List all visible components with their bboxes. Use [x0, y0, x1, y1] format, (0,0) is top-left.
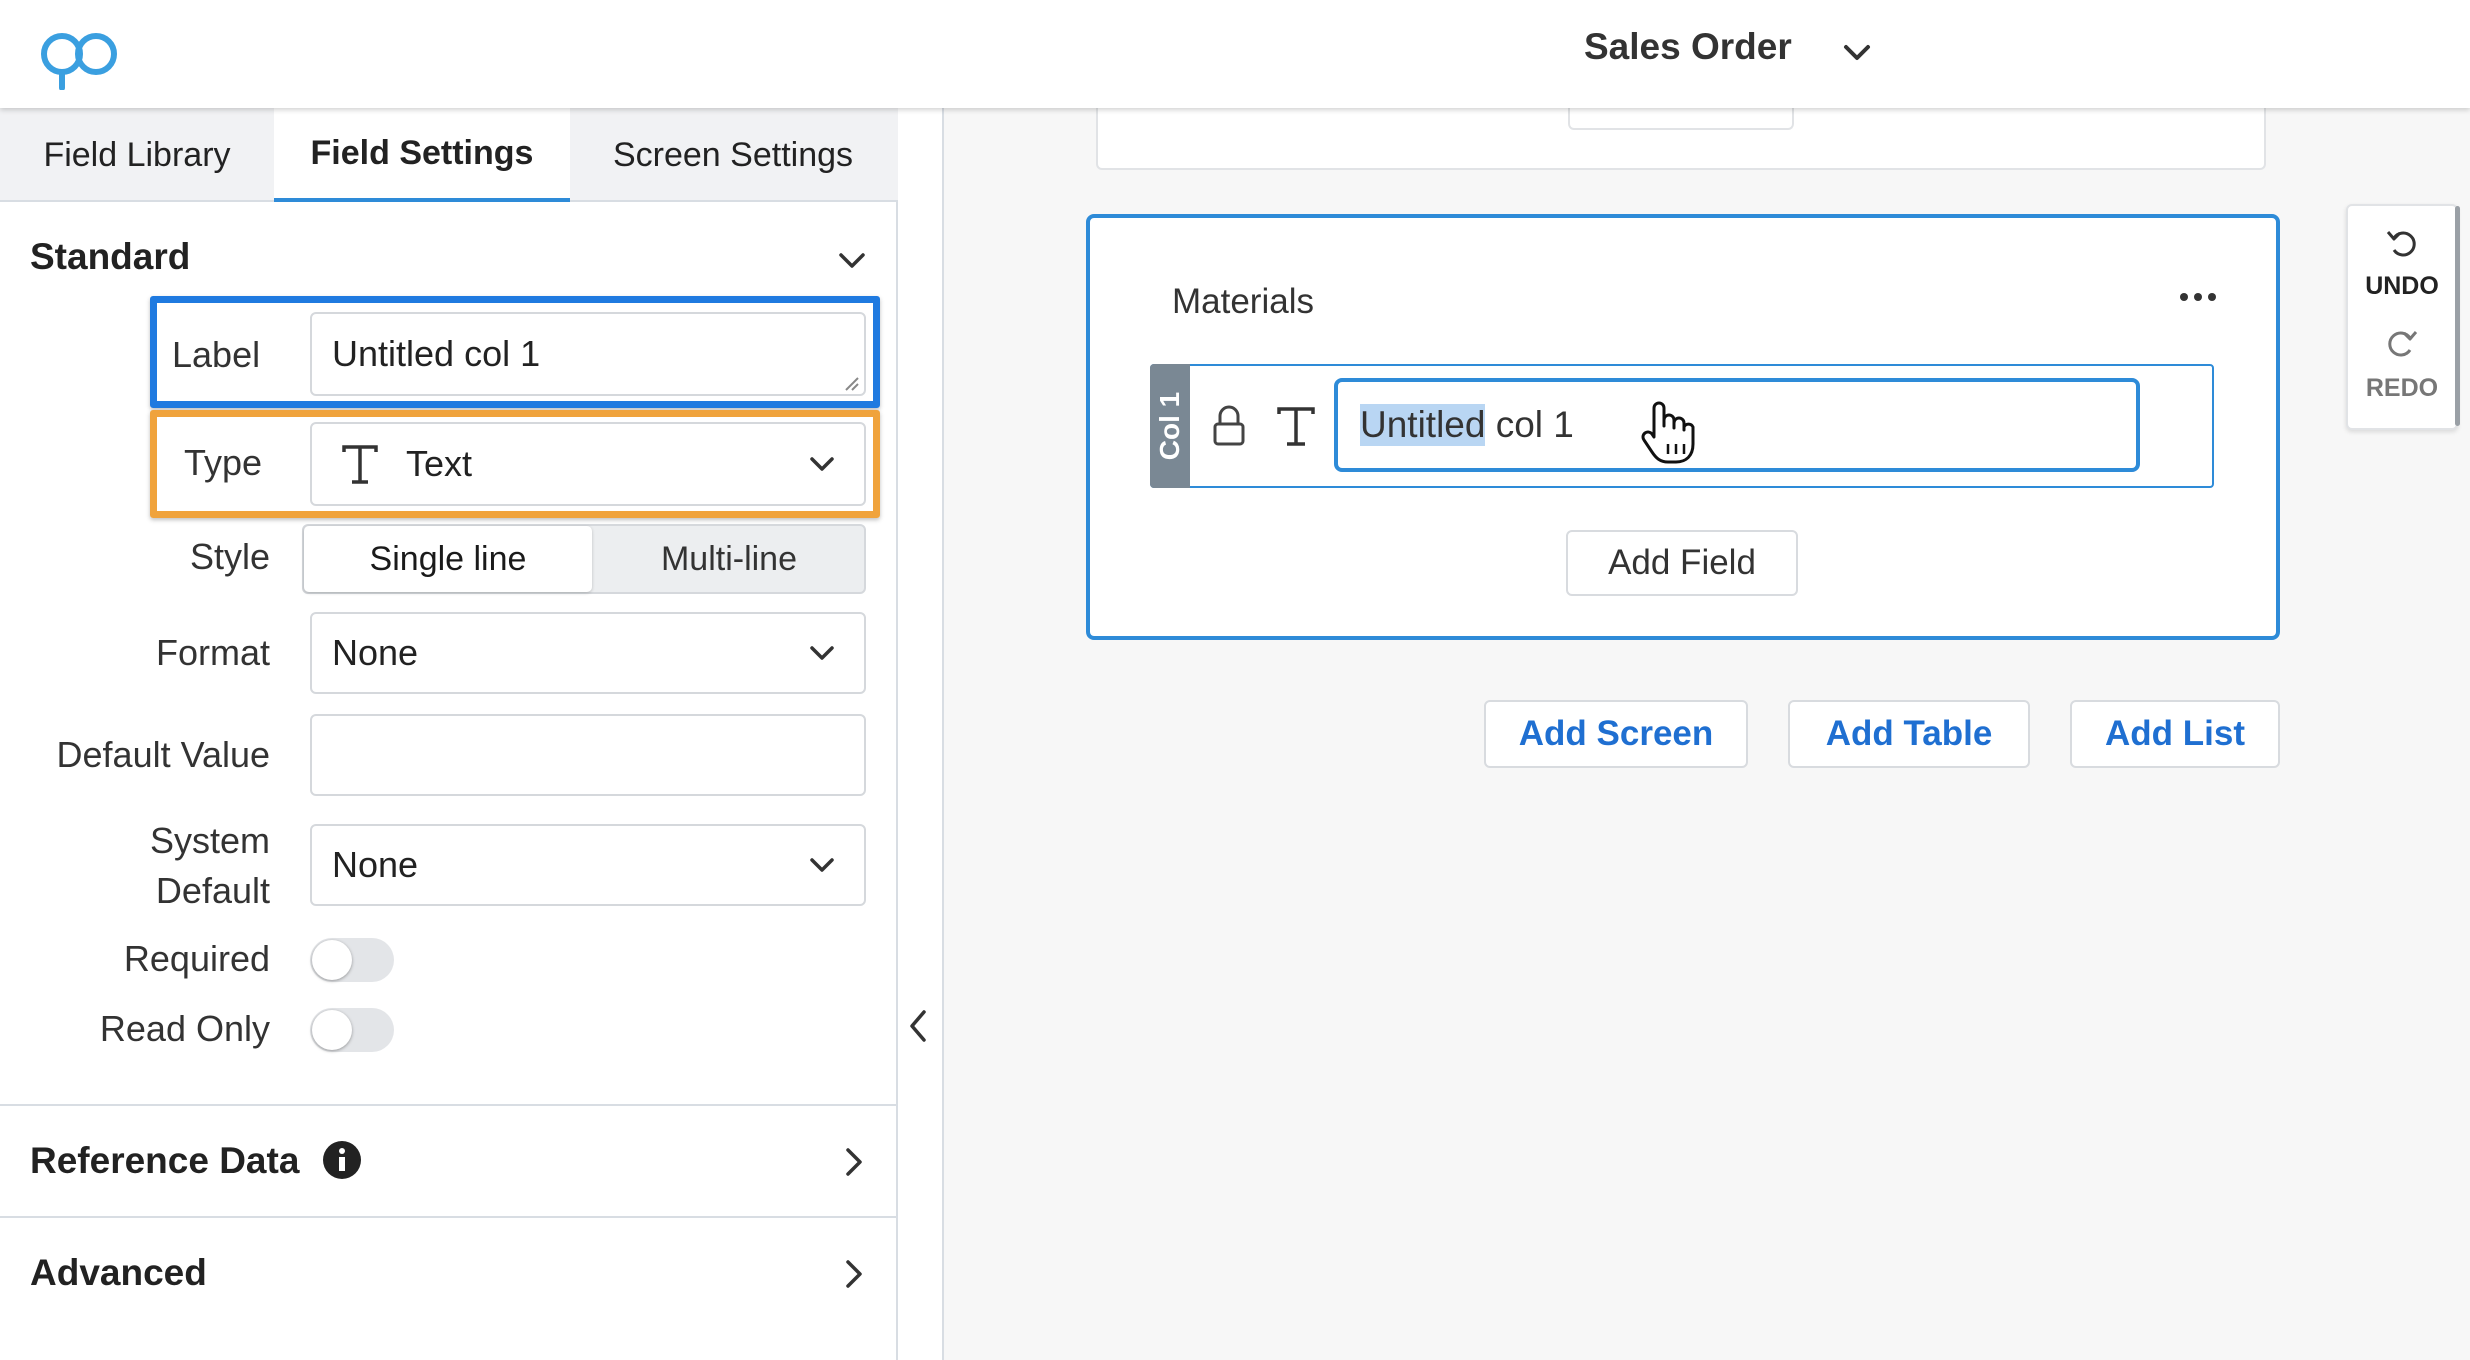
format-field-label: Format [155, 632, 270, 673]
add-list-button[interactable]: Add List [2070, 700, 2280, 768]
section-divider [0, 1104, 898, 1106]
chevron-down-icon[interactable] [1840, 36, 1874, 70]
system-default-field-label: System Default [0, 816, 270, 916]
panel-collapse-bar[interactable] [898, 108, 944, 1360]
system-default-label-line1: System [149, 820, 270, 861]
add-screen-button[interactable]: Add Screen [1484, 700, 1748, 768]
type-select-value: Text [406, 443, 473, 484]
text-type-icon [342, 445, 378, 484]
format-select[interactable]: None [310, 612, 866, 694]
type-field-label: Type [184, 442, 263, 483]
column-tag-label: Col 1 [1154, 391, 1185, 461]
redo-button[interactable]: REDO [2346, 374, 2458, 403]
more-options-icon[interactable] [2178, 290, 2218, 304]
label-input[interactable]: Untitled col 1 [310, 312, 866, 396]
lock-icon[interactable] [1210, 404, 1248, 448]
tab-field-settings[interactable]: Field Settings [274, 108, 570, 202]
format-select-value: None [332, 632, 419, 673]
app-logo-icon[interactable] [38, 24, 122, 90]
previous-card-button[interactable] [1568, 108, 1794, 130]
column-label-input[interactable]: Untitled col 1 [1334, 378, 2140, 472]
page-title[interactable]: Sales Order [1584, 26, 1792, 68]
standard-section-title[interactable]: Standard [30, 236, 190, 278]
chevron-down-icon [810, 646, 834, 660]
app-header [0, 0, 2470, 108]
default-value-field-label: Default Value [56, 734, 270, 775]
required-toggle[interactable] [310, 938, 394, 982]
add-field-button[interactable]: Add Field [1566, 530, 1798, 596]
text-type-icon [1277, 407, 1315, 446]
style-multi-line-option[interactable]: Multi-line [594, 526, 864, 592]
hand-pointer-cursor-icon [1641, 401, 1695, 464]
label-field-label: Label [172, 334, 261, 375]
column-label-selected-text: Untitled [1360, 404, 1486, 446]
info-icon[interactable] [322, 1140, 362, 1180]
column-tag-text-wrap: Col 1 [1150, 392, 1190, 460]
redo-icon[interactable] [2384, 324, 2420, 360]
label-input-value: Untitled col 1 [332, 333, 541, 374]
advanced-section-title[interactable]: Advanced [30, 1252, 207, 1294]
chevron-right-icon[interactable] [836, 1256, 872, 1292]
chevron-left-icon[interactable] [902, 1006, 936, 1046]
system-default-select[interactable]: None [310, 824, 866, 906]
section-divider [0, 1216, 898, 1218]
system-default-label-line2: Default [155, 870, 270, 911]
system-default-select-value: None [332, 844, 419, 885]
chevron-down-icon[interactable] [834, 243, 870, 279]
chevron-right-icon[interactable] [836, 1144, 872, 1180]
chevron-down-icon [810, 858, 834, 872]
card-title: Materials [1172, 282, 1314, 321]
default-value-input[interactable] [310, 714, 866, 796]
tab-screen-settings[interactable]: Screen Settings [570, 108, 896, 202]
resize-handle-icon[interactable] [844, 376, 860, 392]
undo-button[interactable]: UNDO [2346, 272, 2458, 301]
type-select[interactable]: Text [310, 422, 866, 506]
required-field-label: Required [123, 938, 270, 979]
read-only-field-label: Read Only [99, 1008, 270, 1049]
tab-field-library[interactable]: Field Library [0, 108, 274, 202]
add-table-button[interactable]: Add Table [1788, 700, 2030, 768]
chevron-down-icon [810, 457, 834, 471]
reference-data-section-title[interactable]: Reference Data [30, 1140, 299, 1182]
read-only-toggle[interactable] [310, 1008, 394, 1052]
style-field-label: Style [189, 536, 270, 577]
style-single-line-option[interactable]: Single line [304, 526, 592, 592]
undo-icon[interactable] [2384, 224, 2420, 260]
column-label-rest-text: col 1 [1485, 404, 1574, 445]
